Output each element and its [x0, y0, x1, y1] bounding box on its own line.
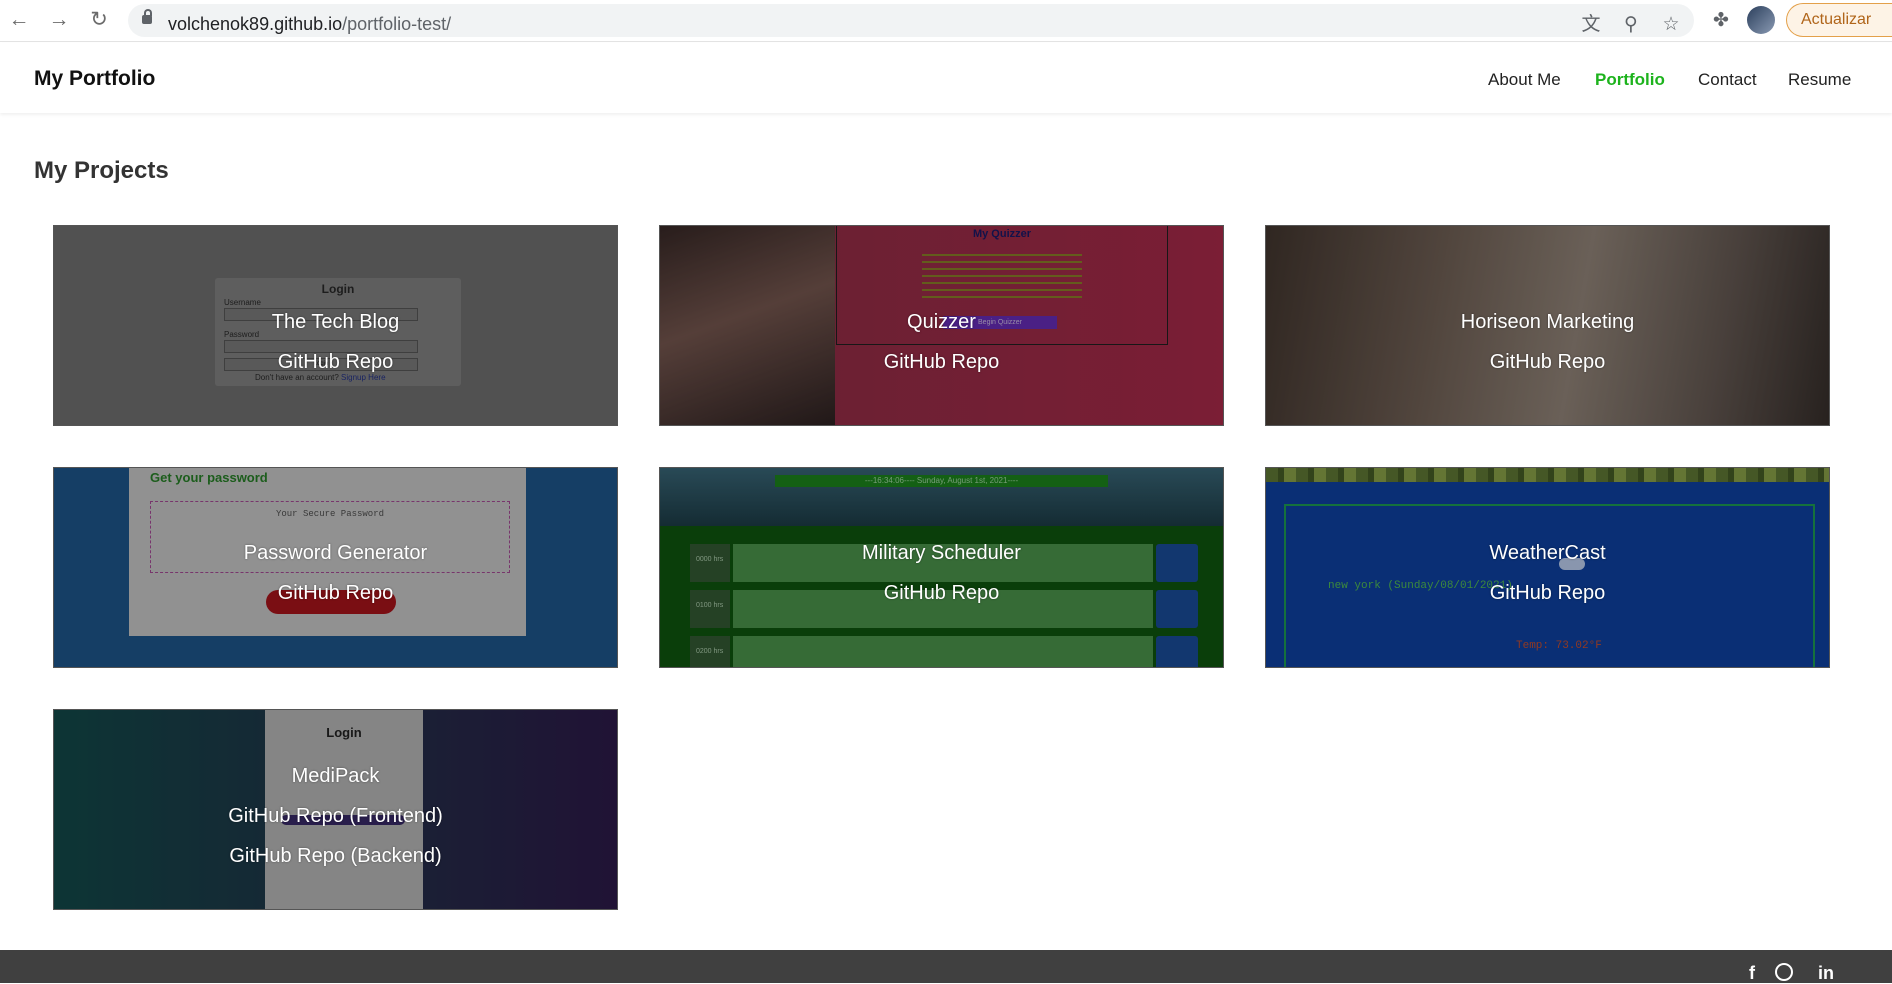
card-overlay [1266, 468, 1829, 667]
nav-portfolio[interactable]: Portfolio [1595, 70, 1665, 90]
project-card-quizzer[interactable]: My Quizzer Begin Quizzer Quizzer GitHub … [659, 225, 1224, 426]
update-button[interactable]: Actualizar [1786, 3, 1892, 37]
lock-icon[interactable] [142, 9, 152, 24]
github-repo-link[interactable]: GitHub Repo [54, 351, 617, 374]
nav-resume[interactable]: Resume [1788, 70, 1851, 90]
translate-icon[interactable]: 文 [1580, 14, 1602, 36]
github-repo-link[interactable]: GitHub Repo [660, 582, 1223, 605]
nav-contact[interactable]: Contact [1698, 70, 1757, 90]
project-title: WeatherCast [1489, 542, 1606, 564]
project-title: The Tech Blog [271, 311, 400, 333]
github-icon[interactable] [1775, 963, 1793, 981]
project-title: Password Generator [243, 542, 428, 564]
site-header: My Portfolio About Me Portfolio Contact … [0, 43, 1892, 113]
project-card-military-scheduler[interactable]: ---16:34:06---- Sunday, August 1st, 2021… [659, 467, 1224, 668]
facebook-icon[interactable]: f [1742, 962, 1762, 983]
project-card-password-generator[interactable]: Get your password Your Secure Password P… [53, 467, 618, 668]
zoom-icon[interactable]: ⚲ [1620, 14, 1642, 36]
github-repo-link[interactable]: GitHub Repo [54, 582, 617, 605]
card-overlay [660, 468, 1223, 667]
profile-avatar[interactable] [1747, 6, 1775, 34]
project-card-horiseon-marketing[interactable]: Horiseon Marketing GitHub Repo [1265, 225, 1830, 426]
address-bar[interactable]: volchenok89.github.io/portfolio-test/ 文 … [128, 4, 1694, 37]
section-title: My Projects [34, 157, 169, 184]
github-repo-link[interactable]: GitHub Repo [1266, 351, 1829, 374]
browser-toolbar: ← → ↻ volchenok89.github.io/portfolio-te… [0, 0, 1892, 42]
url-path: /portfolio-test/ [342, 14, 452, 34]
forward-arrow-icon[interactable]: → [48, 9, 70, 31]
project-title: Horiseon Marketing [1460, 311, 1635, 333]
back-arrow-icon[interactable]: ← [8, 9, 30, 31]
project-title: Military Scheduler [862, 542, 1021, 564]
github-frontend-link[interactable]: GitHub Repo (Frontend) [54, 805, 617, 828]
linkedin-icon[interactable]: in [1816, 962, 1836, 983]
project-card-medipack[interactable]: Login MediPack GitHub Repo (Frontend) Gi… [53, 709, 618, 910]
github-backend-link[interactable]: GitHub Repo (Backend) [54, 845, 617, 868]
card-overlay [54, 468, 617, 667]
project-card-tech-blog[interactable]: Login Username Password Login Don't have… [53, 225, 618, 426]
site-footer: f in [0, 950, 1892, 983]
bookmark-star-icon[interactable]: ☆ [1660, 14, 1682, 36]
github-repo-link[interactable]: GitHub Repo [1266, 582, 1829, 605]
nav-about-me[interactable]: About Me [1488, 70, 1561, 90]
url-host: volchenok89.github.io [168, 14, 343, 34]
github-repo-link[interactable]: GitHub Repo [660, 351, 1223, 374]
site-brand[interactable]: My Portfolio [34, 67, 155, 91]
reload-icon[interactable]: ↻ [88, 9, 110, 31]
extensions-icon[interactable]: ✤ [1710, 10, 1732, 32]
project-title: Quizzer [907, 311, 976, 333]
project-card-weathercast[interactable]: new york (Sunday/08/01/2021) Temp: 73.02… [1265, 467, 1830, 668]
url-text[interactable]: volchenok89.github.io/portfolio-test/ [168, 14, 451, 35]
project-title: MediPack [291, 765, 380, 787]
